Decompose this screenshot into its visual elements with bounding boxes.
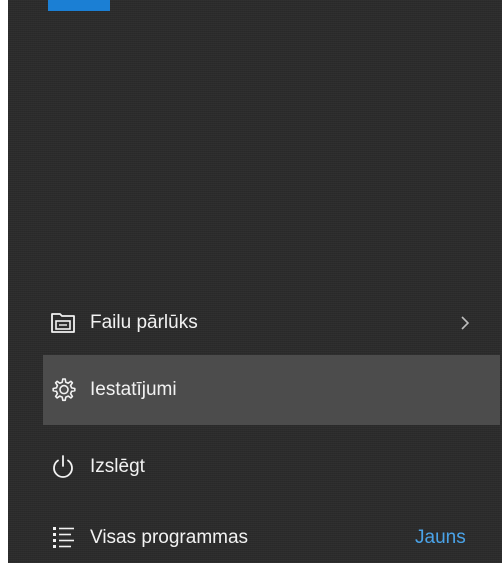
new-badge: Jauns <box>415 527 466 548</box>
menu-item-label: Visas programmas <box>90 527 249 548</box>
screenshot-frame: Failu pārlūks Iestatījumi Izslēgt Visas … <box>0 0 502 569</box>
menu-item-label: Izslēgt <box>90 456 145 477</box>
accent-tile-edge <box>48 0 110 11</box>
chevron-right-icon[interactable] <box>455 313 475 333</box>
menu-item-label: Failu pārlūks <box>90 312 198 333</box>
menu-item-power[interactable]: Izslēgt <box>43 432 500 502</box>
menu-item-all-apps[interactable]: Visas programmas Jauns <box>43 503 500 573</box>
start-menu-panel: Failu pārlūks Iestatījumi Izslēgt Visas … <box>8 0 502 563</box>
menu-item-file-explorer[interactable]: Failu pārlūks <box>43 288 500 358</box>
menu-item-settings[interactable]: Iestatījumi <box>43 355 500 425</box>
menu-item-label: Iestatījumi <box>90 379 177 400</box>
all-apps-list-icon <box>43 518 83 558</box>
power-icon <box>43 447 83 487</box>
settings-gear-icon <box>43 370 83 410</box>
file-explorer-icon <box>43 303 83 343</box>
